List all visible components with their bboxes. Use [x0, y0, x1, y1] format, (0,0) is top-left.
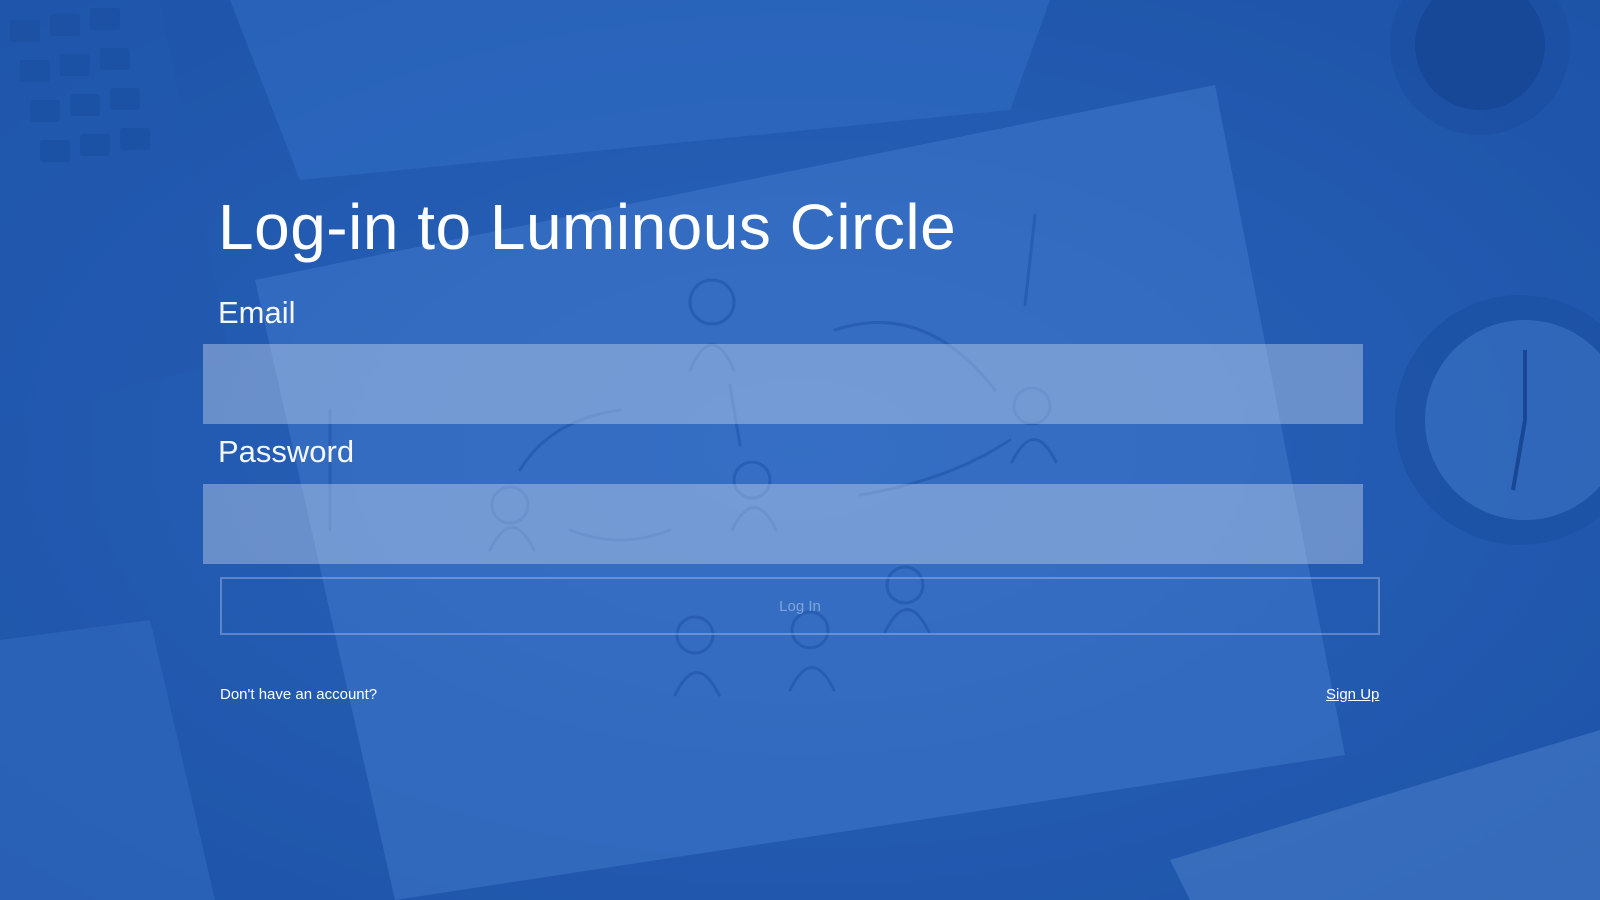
password-field[interactable] [203, 484, 1363, 564]
email-label: Email [218, 295, 296, 330]
email-field[interactable] [203, 344, 1363, 424]
no-account-text: Don't have an account? [220, 686, 378, 703]
login-form: Log-in to Luminous Circle Email Password… [0, 0, 1600, 900]
login-button[interactable]: Log In [220, 577, 1380, 635]
password-label: Password [218, 434, 355, 469]
page-title: Log-in to Luminous Circle [218, 191, 957, 263]
signup-link[interactable]: Sign Up [1326, 686, 1379, 703]
